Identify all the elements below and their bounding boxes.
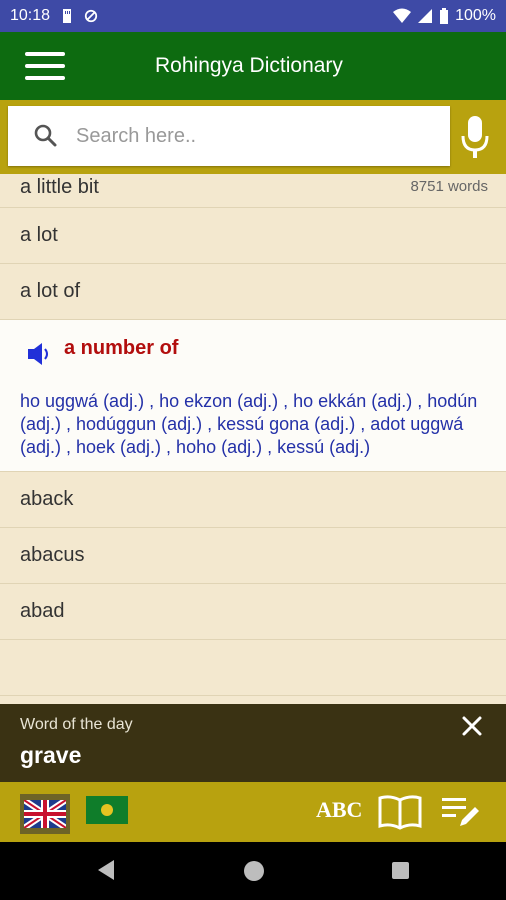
list-item[interactable]: abad — [0, 584, 506, 640]
list-item[interactable] — [0, 640, 506, 696]
search-area — [0, 100, 506, 174]
list-item[interactable]: a lot of — [0, 264, 506, 320]
search-icon — [34, 124, 57, 147]
recents-icon[interactable] — [392, 862, 409, 879]
menu-button[interactable] — [0, 32, 90, 100]
edit-list-icon[interactable] — [442, 796, 482, 830]
home-icon[interactable] — [244, 861, 264, 881]
status-bar: 10:18 100% — [0, 0, 506, 32]
entry-headword: a number of — [64, 336, 179, 359]
wifi-icon — [393, 8, 412, 23]
close-icon[interactable] — [460, 714, 484, 738]
word-list[interactable]: 8751 words a little bit a lot a lot of a… — [0, 174, 506, 704]
mic-icon[interactable] — [460, 114, 490, 160]
app-title: Rohingya Dictionary — [155, 54, 343, 77]
battery-icon — [440, 8, 449, 24]
speaker-icon[interactable] — [26, 341, 52, 367]
back-icon[interactable] — [97, 859, 115, 881]
app-bar: Rohingya Dictionary — [0, 32, 506, 100]
data-saver-icon — [84, 9, 98, 23]
system-nav-bar — [0, 842, 506, 900]
bottom-toolbar: ABC — [0, 782, 506, 842]
word-of-the-day-word: grave — [20, 742, 82, 768]
list-item[interactable]: a lot — [0, 208, 506, 264]
menu-icon — [25, 52, 65, 80]
uk-flag-icon[interactable] — [20, 794, 70, 834]
expanded-entry[interactable]: a number of ho uggwá (adj.) , ho ekzon (… — [0, 320, 506, 472]
entry-definition: ho uggwá (adj.) , ho ekzon (adj.) , ho e… — [20, 391, 478, 457]
status-time: 10:18 — [10, 7, 51, 24]
word-of-the-day-panel[interactable]: Word of the day grave — [0, 704, 506, 782]
word-count: 8751 words — [410, 178, 488, 195]
list-item[interactable]: abacus — [0, 528, 506, 584]
word-of-the-day-label: Word of the day — [20, 716, 133, 733]
rohingya-flag-icon[interactable] — [86, 796, 128, 824]
search-input[interactable] — [76, 124, 416, 148]
search-box[interactable] — [8, 106, 450, 166]
book-icon[interactable] — [377, 794, 423, 830]
abc-button[interactable]: ABC — [316, 797, 362, 823]
battery-level: 100% — [455, 7, 496, 24]
signal-icon — [418, 9, 433, 23]
list-item[interactable]: aback — [0, 472, 506, 528]
sd-card-icon — [63, 9, 72, 23]
